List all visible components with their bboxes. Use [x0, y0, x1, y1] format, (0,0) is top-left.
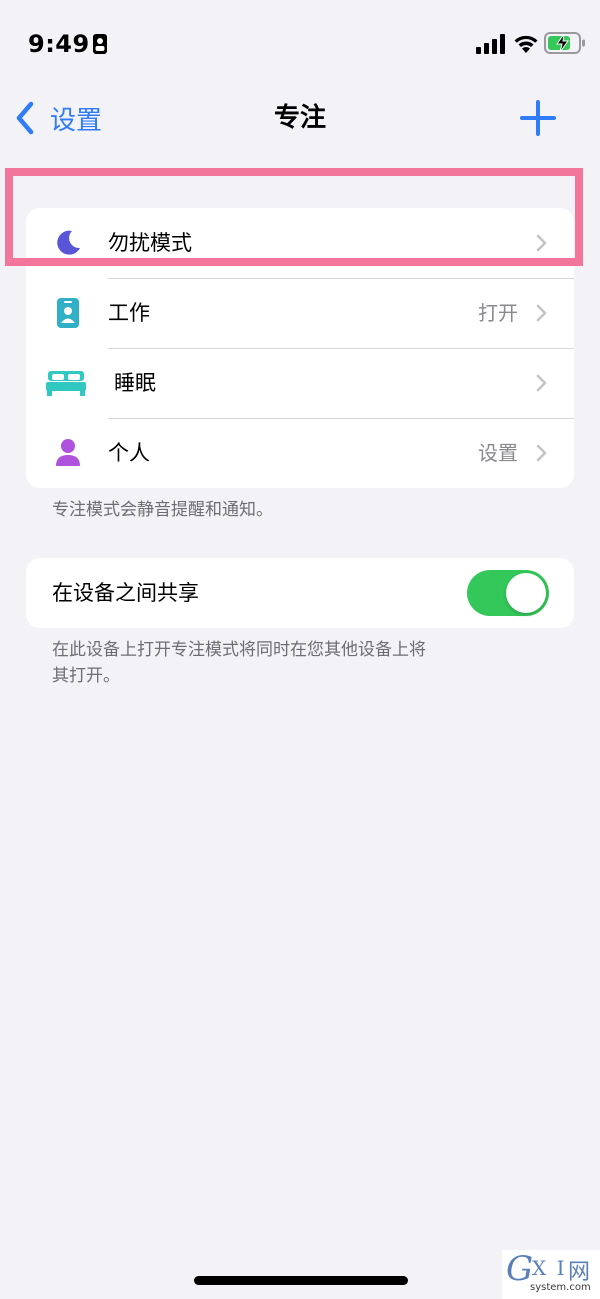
wifi-icon [514, 35, 538, 53]
toggle-knob [506, 573, 546, 613]
portrait-lock-icon [93, 34, 107, 54]
moon-icon [50, 225, 86, 261]
focus-item-label: 睡眠 [114, 371, 156, 395]
chevron-right-icon [536, 234, 547, 252]
battery-charging-icon [544, 32, 585, 54]
page-title: 专注 [273, 103, 326, 133]
focus-item-sleep[interactable]: 睡眠 [26, 348, 574, 418]
cellular-signal-icon [476, 34, 505, 54]
focus-item-value: 设置 [478, 441, 518, 465]
focus-item-label: 个人 [108, 441, 150, 465]
focus-item-personal[interactable]: 个人 设置 [26, 418, 574, 488]
watermark-xi: X I [532, 1256, 567, 1280]
plus-icon[interactable] [518, 98, 558, 138]
watermark-domain: system.com [530, 1282, 591, 1293]
focus-item-value: 打开 [478, 301, 518, 325]
status-time: 9:49 [28, 30, 90, 58]
focus-item-do-not-disturb[interactable]: 勿扰模式 [26, 208, 574, 278]
share-across-devices-toggle[interactable] [467, 570, 549, 616]
home-indicator[interactable] [194, 1276, 408, 1285]
focus-mode-list: 勿扰模式 工作 打开 睡眠 个人 设置 [26, 208, 574, 488]
focus-item-label: 勿扰模式 [108, 231, 192, 255]
chevron-right-icon [536, 374, 547, 392]
share-footer-line-1: 在此设备上打开专注模式将同时在您其他设备上将 [52, 640, 426, 660]
chevron-right-icon [536, 444, 547, 462]
focus-item-label: 工作 [108, 301, 150, 325]
status-bar: 9:49 [0, 0, 600, 90]
focus-list-footer: 专注模式会静音提醒和通知。 [52, 500, 273, 520]
focus-item-work[interactable]: 工作 打开 [26, 278, 574, 348]
watermark-logo: G X I 网 system.com [502, 1250, 600, 1299]
share-across-devices-row: 在设备之间共享 [26, 558, 574, 628]
share-footer-line-2: 其打开。 [52, 666, 120, 686]
id-badge-icon [50, 295, 86, 331]
share-across-devices-label: 在设备之间共享 [52, 581, 199, 605]
bed-icon [44, 365, 88, 401]
chevron-right-icon [536, 304, 547, 322]
row-divider [108, 348, 574, 349]
person-icon [50, 435, 86, 471]
navigation-bar: 设置 专注 [0, 90, 600, 146]
